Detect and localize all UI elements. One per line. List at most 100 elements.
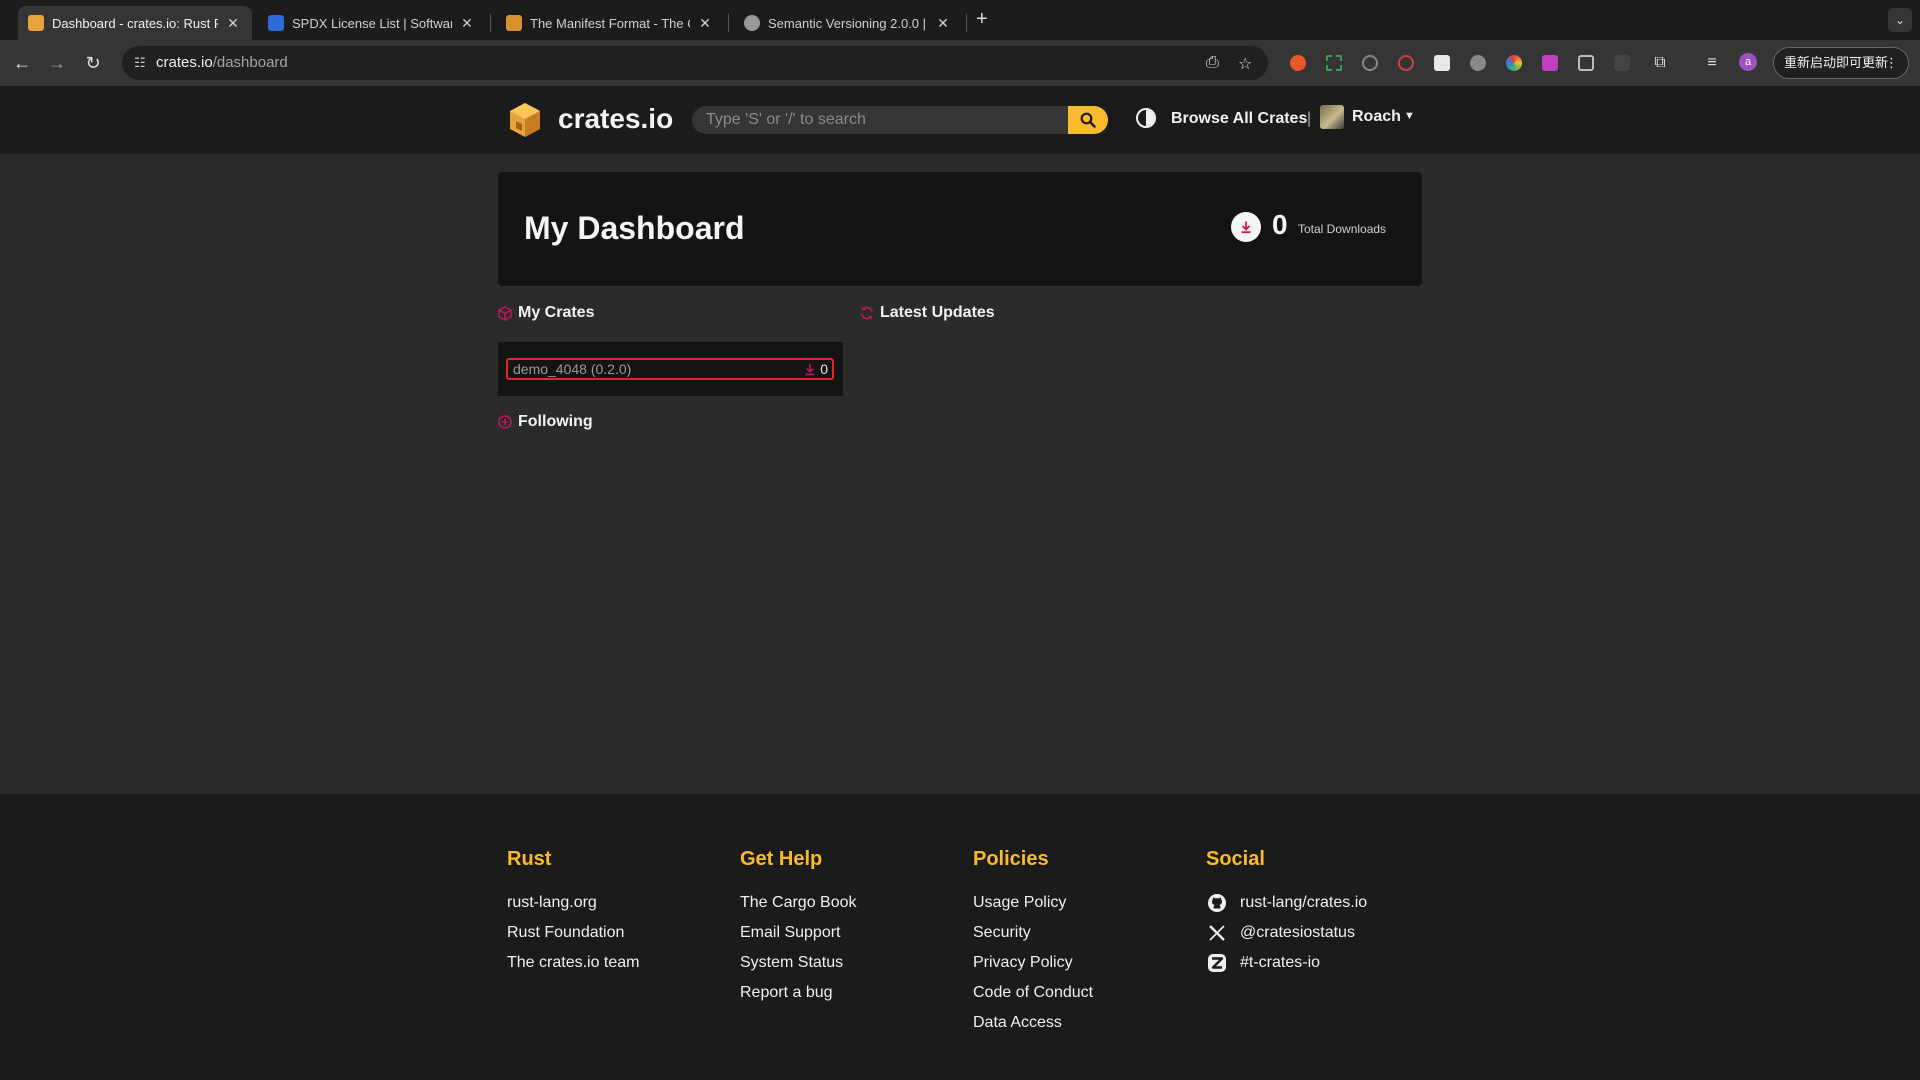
my-crates-label: My Crates [518, 304, 595, 321]
tab-divider [728, 14, 729, 32]
tab-manifest[interactable]: The Manifest Format - The Ca ✕ [496, 6, 724, 40]
site-header: crates.io Browse All Crates | Roach ▼ [0, 86, 1920, 154]
crate-list-item[interactable]: demo_4048 (0.2.0) 0 [506, 358, 834, 380]
tab-title: Semantic Versioning 2.0.0 | S [768, 15, 928, 31]
close-icon[interactable]: ✕ [696, 15, 714, 32]
globe-icon [744, 15, 760, 31]
footer-link[interactable]: Report a bug [740, 978, 857, 1008]
crate-name-link[interactable]: demo_4048 (0.2.0) [513, 361, 631, 377]
crates-logo-icon[interactable] [508, 101, 542, 139]
more-menu-icon[interactable]: ⋮ [1885, 48, 1898, 78]
extension-icon[interactable] [1578, 55, 1594, 71]
tab-title: SPDX License List | Software [292, 15, 452, 31]
footer-link[interactable]: rust-lang/crates.io [1240, 891, 1367, 915]
tab-divider [966, 14, 967, 32]
close-icon[interactable]: ✕ [934, 15, 952, 32]
address-bar[interactable]: ☷ crates.io/dashboard ⎙ ☆ [122, 46, 1268, 80]
footer-link[interactable]: Usage Policy [973, 888, 1093, 918]
latest-updates-label: Latest Updates [880, 304, 995, 321]
extension-icon[interactable] [1290, 55, 1306, 71]
browser-toolbar: ← → ↻ ☷ crates.io/dashboard ⎙ ☆ ⧉ ≡ [0, 40, 1920, 86]
footer-column-get-help: Get Help The Cargo Book Email Support Sy… [740, 848, 857, 1008]
extensions-puzzle-icon[interactable]: ⧉ [1648, 51, 1672, 75]
extension-icon[interactable] [1398, 55, 1414, 71]
footer-link[interactable]: The Cargo Book [740, 888, 857, 918]
extension-icon[interactable] [1434, 55, 1450, 71]
search-button[interactable] [1068, 106, 1108, 134]
refresh-icon [860, 306, 874, 320]
header-separator: | [1307, 110, 1312, 127]
back-icon[interactable]: ← [10, 51, 34, 75]
latest-updates-heading: Latest Updates [860, 304, 995, 322]
browser-tab-bar: Dashboard - crates.io: Rust P ✕ SPDX Lic… [0, 0, 1920, 40]
url-text: crates.io/dashboard [156, 54, 288, 71]
footer-social-link[interactable]: rust-lang/crates.io [1206, 888, 1367, 918]
footer-link[interactable]: #t-crates-io [1240, 951, 1320, 975]
tab-spdx[interactable]: SPDX License List | Software ✕ [258, 6, 486, 40]
reading-list-icon[interactable]: ≡ [1700, 51, 1724, 75]
tab-semver[interactable]: Semantic Versioning 2.0.0 | S ✕ [734, 6, 962, 40]
footer-heading: Rust [507, 848, 552, 870]
user-menu-name[interactable]: Roach [1352, 108, 1401, 126]
footer-link[interactable]: Code of Conduct [973, 978, 1093, 1008]
footer-column-rust: Rust rust-lang.org Rust Foundation The c… [507, 848, 640, 978]
install-app-icon[interactable]: ⎙ [1206, 54, 1219, 72]
browse-all-crates-link[interactable]: Browse All Crates [1171, 110, 1307, 128]
site-logo-text[interactable]: crates.io [558, 103, 673, 135]
footer-link[interactable]: Email Support [740, 918, 857, 948]
footer-social-link[interactable]: #t-crates-io [1206, 948, 1367, 978]
footer-link[interactable]: System Status [740, 948, 857, 978]
crate-download-count: 0 [820, 361, 828, 377]
extension-icon[interactable] [1470, 55, 1486, 71]
footer-column-policies: Policies Usage Policy Security Privacy P… [973, 848, 1093, 1038]
footer-social-link[interactable]: @cratesiostatus [1206, 918, 1367, 948]
reload-icon[interactable]: ↻ [81, 51, 105, 75]
following-heading: Following [498, 413, 593, 431]
extension-icon[interactable] [1542, 55, 1558, 71]
site-info-icon[interactable]: ☷ [134, 55, 146, 71]
footer-heading: Social [1206, 848, 1265, 870]
new-tab-icon[interactable]: + [976, 8, 988, 31]
footer-link[interactable]: Privacy Policy [973, 948, 1093, 978]
user-avatar[interactable] [1320, 105, 1344, 129]
close-icon[interactable]: ✕ [458, 15, 476, 32]
box-icon [498, 305, 512, 321]
footer-link[interactable]: Data Access [973, 1008, 1093, 1038]
tab-dashboard[interactable]: Dashboard - crates.io: Rust P ✕ [18, 6, 252, 40]
download-icon [805, 363, 815, 375]
tab-search-icon[interactable]: ⌄ [1888, 8, 1912, 32]
profile-avatar[interactable]: a [1739, 53, 1757, 71]
following-label: Following [518, 413, 593, 430]
chevron-down-icon[interactable]: ▼ [1404, 110, 1415, 122]
total-downloads-label: Total Downloads [1298, 222, 1387, 236]
download-icon [1231, 212, 1261, 242]
footer-link[interactable]: @cratesiostatus [1240, 921, 1355, 945]
github-icon [1206, 893, 1228, 913]
footer-link[interactable]: rust-lang.org [507, 888, 640, 918]
crates-favicon-icon [28, 15, 44, 31]
footer-link[interactable]: Security [973, 918, 1093, 948]
x-icon [1206, 924, 1228, 942]
theme-toggle-icon[interactable] [1136, 108, 1156, 128]
extension-icon[interactable] [1614, 55, 1630, 71]
search-icon [1080, 112, 1096, 128]
close-icon[interactable]: ✕ [224, 15, 242, 32]
tab-title: The Manifest Format - The Ca [530, 15, 690, 31]
page-title: My Dashboard [524, 210, 745, 246]
extension-icon[interactable] [1326, 55, 1342, 71]
tab-divider [490, 14, 491, 32]
search-input[interactable] [692, 106, 1068, 134]
extension-icon[interactable] [1362, 55, 1378, 71]
update-button[interactable]: 重新启动即可更新 ⋮ [1773, 47, 1909, 79]
total-downloads-count: 0 [1272, 209, 1288, 240]
search-box [692, 106, 1068, 134]
footer-link[interactable]: Rust Foundation [507, 918, 640, 948]
extension-icon[interactable] [1506, 55, 1522, 71]
cargo-favicon-icon [506, 15, 522, 31]
footer-heading: Get Help [740, 848, 823, 870]
site-footer: Rust rust-lang.org Rust Foundation The c… [0, 794, 1920, 1080]
bookmark-star-icon[interactable]: ☆ [1238, 54, 1252, 74]
forward-icon[interactable]: → [45, 51, 69, 75]
footer-column-social: Social rust-lang/crates.io @cratesiostat… [1206, 848, 1367, 978]
footer-link[interactable]: The crates.io team [507, 948, 640, 978]
